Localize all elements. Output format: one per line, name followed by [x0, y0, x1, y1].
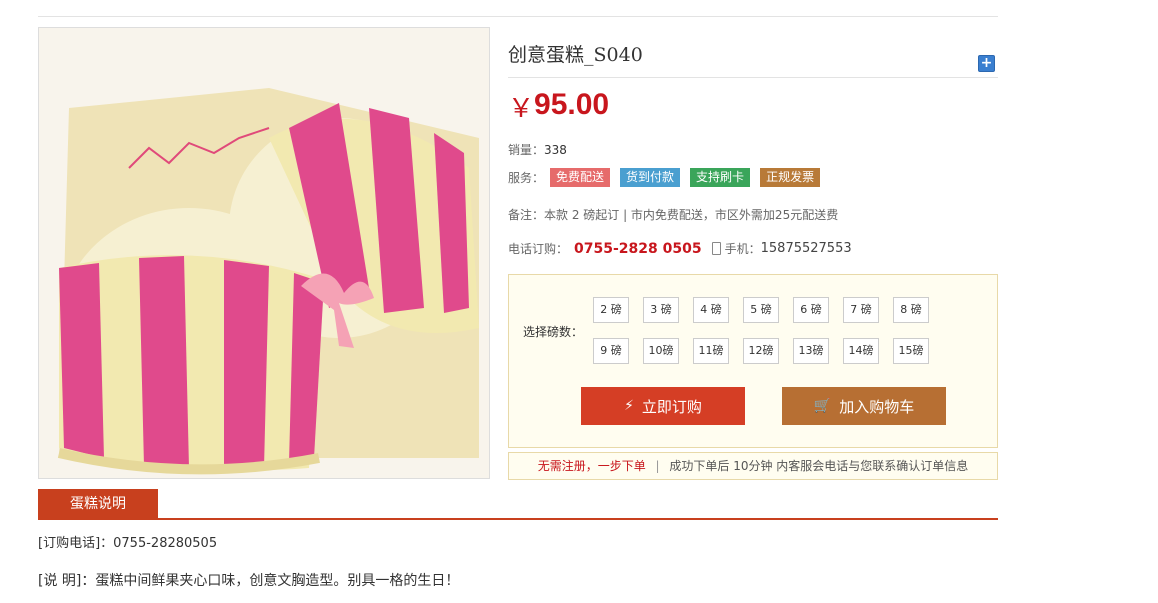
add-to-cart-label: 加入购物车	[839, 397, 915, 416]
size-option[interactable]: 7 磅	[843, 297, 879, 323]
badge-card-payment: 支持刷卡	[690, 168, 751, 187]
top-divider	[38, 16, 998, 17]
order-tip: 无需注册，一步下单 | 成功下单后 10分钟 内客服会电话与您联系确认订单信息	[508, 452, 998, 480]
title-divider	[508, 77, 998, 78]
sales-count: 销量：338	[508, 141, 567, 158]
size-option[interactable]: 2 磅	[593, 297, 629, 323]
product-title: 创意蛋糕_S040	[508, 44, 643, 66]
size-option[interactable]: 15磅	[893, 338, 929, 364]
badge-cash-on-delivery: 货到付款	[620, 168, 681, 187]
sales-value: 338	[544, 143, 567, 157]
size-option[interactable]: 5 磅	[743, 297, 779, 323]
order-note: 备注：本款 2 磅起订 | 市内免费配送，市区外需加25元配送费	[508, 208, 839, 222]
size-selector-panel: 选择磅数： 2 磅 3 磅 4 磅 5 磅 6 磅 7 磅 8 磅 9 磅 10…	[508, 274, 998, 448]
size-option[interactable]: 14磅	[843, 338, 879, 364]
sales-label: 销量：	[508, 143, 545, 157]
size-option[interactable]: 12磅	[743, 338, 779, 364]
lightning-icon: ⚡	[624, 398, 634, 414]
buy-now-button[interactable]: ⚡ 立即订购	[581, 387, 745, 425]
description-line: [说 明]：蛋糕中间鲜果夹心口味，创意文胸造型。别具一格的生日！	[38, 573, 460, 589]
size-option[interactable]: 8 磅	[893, 297, 929, 323]
phone-label: 电话订购：	[508, 242, 569, 256]
service-label: 服务：	[508, 171, 545, 185]
mobile-phone-icon	[711, 242, 721, 255]
mobile-label: 手机：	[724, 242, 761, 256]
tab-cake-description[interactable]: 蛋糕说明	[38, 489, 158, 520]
tip-highlight: 无需注册，一步下单	[537, 459, 646, 473]
size-selector-label: 选择磅数：	[523, 325, 584, 339]
mobile-number: 15875527553	[760, 241, 852, 256]
service-row: 服务： 免费配送 货到付款 支持刷卡 正规发票	[508, 168, 830, 187]
size-option[interactable]: 13磅	[793, 338, 829, 364]
product-price: ￥95.00	[508, 88, 609, 125]
tip-text: 成功下单后 10分钟 内客服会电话与您联系确认订单信息	[669, 459, 969, 473]
add-to-cart-button[interactable]: 🛒 加入购物车	[782, 387, 946, 425]
badge-invoice: 正规发票	[760, 168, 821, 187]
size-option[interactable]: 11磅	[693, 338, 729, 364]
size-option[interactable]: 4 磅	[693, 297, 729, 323]
size-option[interactable]: 9 磅	[593, 338, 629, 364]
phone-number: 0755-2828 0505	[574, 240, 702, 257]
tab-underline	[38, 518, 998, 520]
size-option[interactable]: 10磅	[643, 338, 679, 364]
size-option[interactable]: 6 磅	[793, 297, 829, 323]
buy-now-label: 立即订购	[641, 397, 702, 416]
product-image	[38, 27, 490, 479]
price-value: 95.00	[534, 88, 610, 121]
expand-plus-icon[interactable]: +	[978, 55, 995, 72]
currency-symbol: ￥	[508, 94, 535, 124]
badge-free-delivery: 免费配送	[550, 168, 611, 187]
order-phone-line: [订购电话]：0755-28280505	[38, 536, 218, 551]
cart-icon: 🛒	[813, 398, 832, 414]
phone-row: 电话订购： 0755-2828 0505 手机： 15875527553	[508, 240, 852, 257]
size-option[interactable]: 3 磅	[643, 297, 679, 323]
